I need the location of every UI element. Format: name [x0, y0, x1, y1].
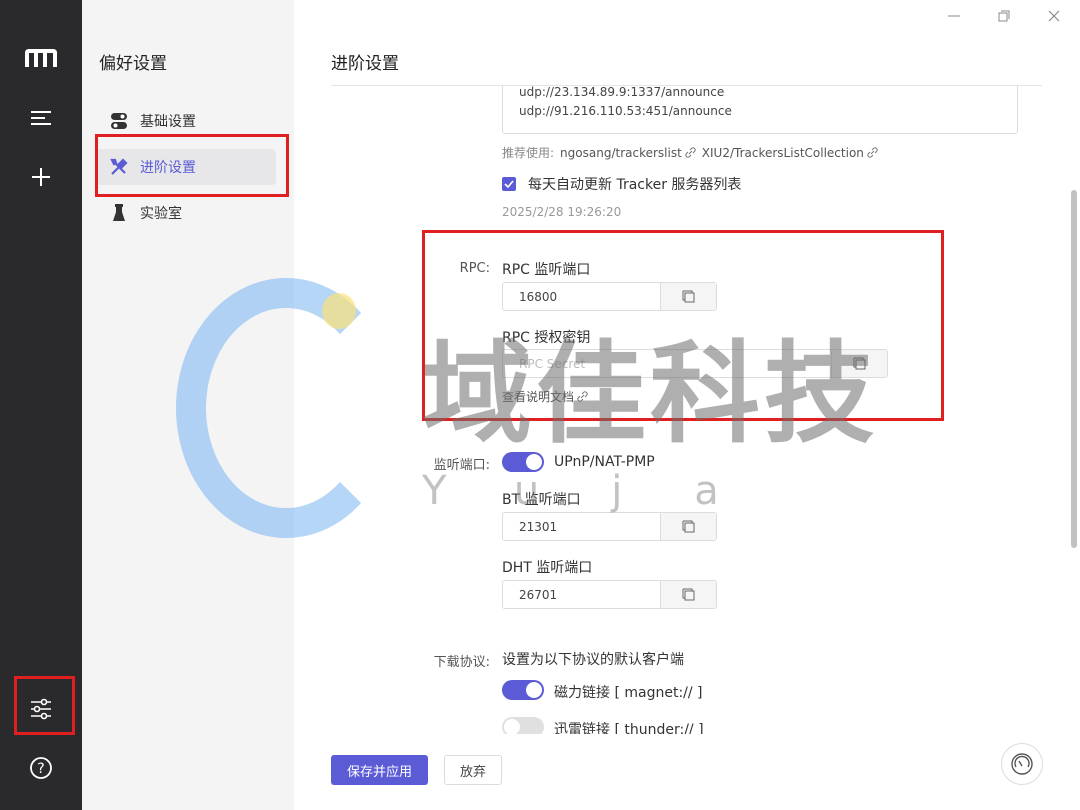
- discard-button[interactable]: 放弃: [444, 755, 502, 785]
- thunder-toggle[interactable]: [502, 717, 544, 734]
- nav-item-label: 实验室: [140, 206, 182, 222]
- tracker-list-textarea[interactable]: udp://23.134.89.9:1337/announce udp://91…: [502, 86, 1018, 134]
- auto-update-checkbox-row[interactable]: 每天自动更新 Tracker 服务器列表: [502, 174, 741, 194]
- page-title: 进阶设置: [331, 54, 399, 74]
- magnet-label: 磁力链接 [ magnet:// ]: [554, 685, 703, 701]
- flask-icon: [110, 204, 128, 222]
- bt-port-label: BT 监听端口: [502, 492, 581, 508]
- protocol-row-label: 下载协议:: [433, 655, 490, 670]
- svg-text:?: ?: [37, 761, 44, 777]
- upnp-toggle[interactable]: [502, 452, 544, 472]
- auto-update-label: 每天自动更新 Tracker 服务器列表: [528, 177, 742, 193]
- nav-item-label: 基础设置: [140, 114, 196, 130]
- tracker-line: udp://91.216.110.53:451/announce: [519, 104, 732, 118]
- copy-icon[interactable]: [660, 513, 716, 540]
- speedometer-icon[interactable]: [1001, 743, 1043, 785]
- link-icon: [867, 147, 878, 158]
- thunder-label: 迅雷链接 [ thunder:// ]: [554, 722, 704, 734]
- bt-port-group: [502, 512, 717, 541]
- recommend-label: 推荐使用:: [502, 146, 555, 160]
- dht-port-group: [502, 580, 717, 609]
- link-icon: [685, 147, 696, 158]
- nav-item-lab[interactable]: 实验室: [96, 195, 276, 231]
- tracker-line: udp://23.134.89.9:1337/announce: [519, 86, 725, 99]
- toggle-knob: [526, 454, 542, 470]
- close-icon[interactable]: [1042, 6, 1066, 26]
- tracker-recommend: 推荐使用: ngosang/trackerslist XIU2/Trackers…: [502, 144, 878, 161]
- listen-row-label: 监听端口:: [433, 458, 490, 473]
- protocol-description: 设置为以下协议的默认客户端: [502, 652, 684, 668]
- minimize-icon[interactable]: [942, 6, 966, 26]
- copy-icon[interactable]: [660, 581, 716, 608]
- maximize-icon[interactable]: [992, 6, 1016, 26]
- highlight-advanced-nav: [95, 134, 289, 197]
- menu-icon[interactable]: [20, 97, 62, 139]
- check-icon[interactable]: [502, 177, 516, 191]
- preferences-nav: 偏好设置 基础设置 进阶设置 实验室: [82, 0, 294, 810]
- save-apply-button[interactable]: 保存并应用: [331, 755, 428, 785]
- upnp-label: UPnP/NAT-PMP: [554, 454, 655, 470]
- bt-port-input[interactable]: [503, 513, 660, 540]
- toggle-knob: [504, 719, 520, 734]
- toggle-icon: [110, 112, 128, 130]
- help-icon[interactable]: ?: [20, 747, 62, 789]
- highlight-prefs-button: [14, 676, 75, 735]
- scrollbar-thumb[interactable]: [1071, 190, 1077, 548]
- dht-port-label: DHT 监听端口: [502, 560, 593, 576]
- motrix-logo-icon[interactable]: [20, 38, 62, 80]
- plus-icon[interactable]: [20, 156, 62, 198]
- magnet-toggle[interactable]: [502, 680, 544, 700]
- link-xiu2[interactable]: XIU2/TrackersListCollection: [702, 146, 878, 160]
- toggle-knob: [526, 682, 542, 698]
- prefs-title: 偏好设置: [99, 54, 167, 74]
- highlight-rpc-section: [422, 230, 944, 421]
- dht-port-input[interactable]: [503, 581, 660, 608]
- link-ngosang[interactable]: ngosang/trackerslist: [560, 146, 696, 160]
- last-update-time: 2025/2/28 19:26:20: [502, 205, 622, 219]
